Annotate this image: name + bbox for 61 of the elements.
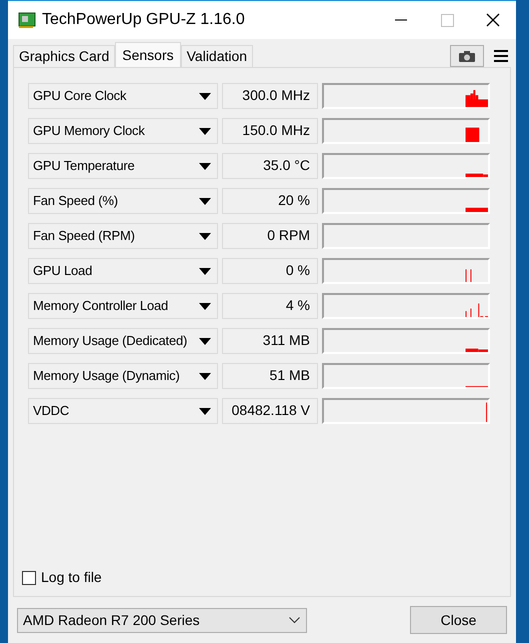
sensor-name-dropdown[interactable]: GPU Load xyxy=(28,258,218,284)
dropdown-arrow-icon xyxy=(199,232,211,240)
sensor-value: 150.0 MHz xyxy=(242,121,310,140)
sensor-name-dropdown[interactable]: Memory Usage (Dynamic) xyxy=(28,362,218,388)
sensor-name: GPU Memory Clock xyxy=(33,122,145,140)
sensor-name: Memory Usage (Dynamic) xyxy=(33,366,180,385)
sensor-value: 20 % xyxy=(278,191,310,210)
sparkline xyxy=(466,207,488,212)
graphics-card-icon xyxy=(18,12,36,28)
dropdown-arrow-icon xyxy=(199,198,211,204)
tab[interactable]: Graphics Card xyxy=(13,45,116,67)
tab[interactable]: Validation xyxy=(180,45,254,67)
sensor-name: Fan Speed (RPM) xyxy=(33,226,135,245)
sensor-value: 0 % xyxy=(286,261,310,280)
window-title: TechPowerUp GPU-Z 1.16.0 xyxy=(42,10,245,30)
dropdown-arrow-icon xyxy=(199,92,211,100)
sensor-name-dropdown[interactable]: GPU Memory Clock xyxy=(28,118,218,144)
sensor-name-dropdown[interactable]: VDDC xyxy=(28,398,218,424)
sensor-name: GPU Core Clock xyxy=(33,86,126,105)
camera-button[interactable] xyxy=(450,45,484,67)
dropdown-arrow-icon xyxy=(199,338,211,344)
sensor-name: GPU Temperature xyxy=(33,156,135,175)
menu-icon[interactable] xyxy=(494,50,508,62)
sensor-name: Fan Speed (%) xyxy=(33,192,118,210)
sensor-value: 4 % xyxy=(286,296,310,315)
sensor-name-dropdown[interactable]: Fan Speed (RPM) xyxy=(28,222,218,248)
sparkline xyxy=(466,348,488,352)
sensor-value: 08482.118 V xyxy=(232,401,310,420)
sparkline xyxy=(466,90,488,106)
close-button[interactable]: Close xyxy=(410,606,507,634)
sensor-value: 35.0 °C xyxy=(263,156,310,175)
sensor-name-dropdown[interactable]: GPU Core Clock xyxy=(28,82,218,108)
sensor-value: 51 MB xyxy=(270,366,310,385)
log-to-file-label: Log to file xyxy=(41,568,102,587)
sensor-value: 300.0 MHz xyxy=(242,86,310,105)
device-dropdown[interactable]: AMD Radeon R7 200 Series xyxy=(17,608,307,632)
dropdown-arrow-icon xyxy=(199,408,211,414)
sparkline xyxy=(486,402,488,422)
sensor-value: 311 MB xyxy=(262,331,310,350)
sensor-value: 0 RPM xyxy=(267,226,310,245)
log-to-file-checkbox[interactable] xyxy=(22,570,36,584)
dropdown-arrow-icon xyxy=(199,372,211,380)
sparkline xyxy=(466,268,472,282)
sensor-name: Memory Usage (Dedicated) xyxy=(33,332,188,350)
dropdown-arrow-icon xyxy=(199,162,211,170)
sparkline xyxy=(466,173,488,176)
dropdown-arrow-icon xyxy=(199,128,211,134)
dropdown-arrow-icon xyxy=(199,268,211,274)
sensor-name: VDDC xyxy=(33,402,70,420)
sensor-name: GPU Load xyxy=(33,262,92,280)
dropdown-arrow-icon xyxy=(199,302,211,310)
sensor-name-dropdown[interactable]: Memory Controller Load xyxy=(28,292,218,318)
sensor-name-dropdown[interactable]: GPU Temperature xyxy=(28,152,218,178)
device-name: AMD Radeon R7 200 Series xyxy=(23,610,200,630)
sensor-name-dropdown[interactable]: Memory Usage (Dedicated) xyxy=(28,328,218,354)
sensor-name-dropdown[interactable]: Fan Speed (%) xyxy=(28,188,218,214)
sparkline xyxy=(466,127,480,142)
chevron-down-icon xyxy=(289,616,300,624)
tab[interactable]: Sensors xyxy=(115,42,181,67)
sensor-name: Memory Controller Load xyxy=(33,296,168,315)
camera-icon xyxy=(459,50,475,62)
